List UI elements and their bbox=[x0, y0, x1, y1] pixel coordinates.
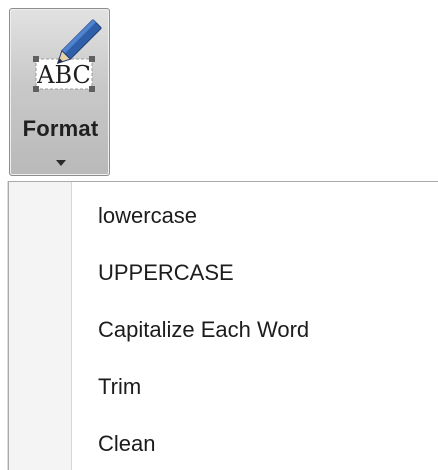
menu-item-label: Clean bbox=[98, 431, 156, 456]
menu-item-lowercase[interactable]: lowercase bbox=[9, 194, 438, 251]
format-dropdown-menu: lowercase UPPERCASE Capitalize Each Word… bbox=[8, 181, 438, 470]
ribbon-format-area: ABC Format lowercase UPPERCASE Capitaliz… bbox=[0, 0, 438, 470]
menu-item-uppercase[interactable]: UPPERCASE bbox=[9, 251, 438, 308]
menu-item-label: Capitalize Each Word bbox=[98, 317, 310, 342]
format-pencil-icon: ABC bbox=[33, 19, 102, 92]
menu-item-trim[interactable]: Trim bbox=[9, 365, 438, 422]
dropdown-arrow-icon bbox=[56, 160, 66, 166]
format-button[interactable]: ABC Format bbox=[9, 8, 110, 176]
menu-item-clean[interactable]: Clean bbox=[9, 422, 438, 470]
menu-list: lowercase UPPERCASE Capitalize Each Word… bbox=[9, 194, 438, 470]
format-button-label: Format bbox=[22, 116, 99, 141]
menu-item-label: lowercase bbox=[98, 203, 198, 228]
menu-item-capitalize-each-word[interactable]: Capitalize Each Word bbox=[9, 308, 438, 365]
format-icon-text: ABC bbox=[36, 61, 91, 89]
menu-item-label: Trim bbox=[98, 374, 142, 399]
menu-item-label: UPPERCASE bbox=[98, 260, 234, 285]
